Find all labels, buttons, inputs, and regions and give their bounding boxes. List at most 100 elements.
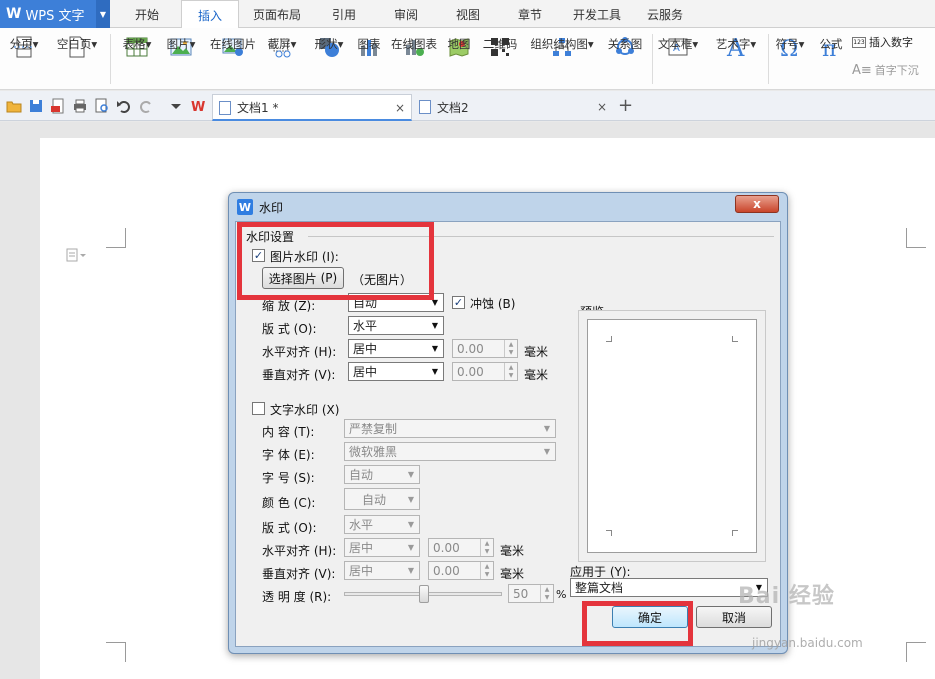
text-layout-select[interactable]: 水平 ▼ [344, 515, 420, 534]
font-select[interactable]: 微软雅黑 ▼ [344, 442, 556, 461]
site-watermark-url: jingyan.baidu.com [752, 636, 863, 650]
spinner-arrows-icon[interactable]: ▲ ▼ [504, 363, 517, 380]
tab-review[interactable]: 审阅 [378, 0, 434, 28]
spinner-arrows-icon[interactable]: ▲ ▼ [504, 340, 517, 357]
text-halign-offset[interactable]: 0.00 ▲ ▼ [428, 538, 494, 557]
highlight-box-ok-button [582, 601, 693, 646]
open-folder-icon[interactable] [6, 98, 22, 114]
tab-cloud[interactable]: 云服务 [636, 0, 694, 28]
spinner-arrows-icon[interactable]: ▲ ▼ [480, 562, 493, 579]
dropdown-arrow-icon: ▼ [431, 321, 439, 330]
dialog-titlebar[interactable]: W 水印 x [229, 193, 787, 221]
picture-button[interactable]: 图片▾ [161, 30, 201, 88]
paragraph-options-icon[interactable] [66, 248, 88, 265]
document-icon [419, 100, 431, 114]
tab-references[interactable]: 引用 [316, 0, 372, 28]
map-button[interactable]: 地图 [444, 30, 474, 88]
chart-label: 图表 [357, 37, 381, 51]
site-watermark-logo: Bai 经验 [738, 584, 835, 609]
textbox-button[interactable]: A 文本框▾ [656, 30, 700, 88]
tab-insert[interactable]: 插入 [181, 0, 239, 29]
doc-tab-2[interactable]: 文档2 × [413, 94, 613, 121]
app-name: WPS 文字 [25, 8, 85, 24]
doc-tab-1[interactable]: 文档1 * × [212, 94, 412, 121]
margin-corner [906, 228, 926, 248]
print-preview-icon[interactable] [94, 98, 110, 114]
color-select[interactable]: 自动 ▼ [344, 488, 420, 510]
insert-number-label: 插入数字 [869, 36, 913, 49]
chart-button[interactable]: 图表 [352, 30, 386, 88]
margin-corner [106, 642, 126, 662]
preview-corner [732, 336, 738, 342]
drop-cap-button[interactable]: A≡ 首字下沉 [852, 62, 919, 78]
wps-home-icon[interactable]: W [190, 98, 206, 115]
page-break-button[interactable]: 分页▾ [4, 30, 44, 88]
dialog-close-button[interactable]: x [735, 195, 779, 213]
customize-dropdown-icon[interactable] [168, 98, 184, 114]
table-button[interactable]: 表格▾ [117, 30, 157, 88]
table-label: 表格 [122, 37, 146, 51]
content-select[interactable]: 严禁复制 ▼ [344, 419, 556, 438]
picture-halign-offset[interactable]: 0.00 ▲ ▼ [452, 339, 518, 358]
undo-icon[interactable] [116, 98, 132, 114]
dropdown-arrow-icon: ▼ [431, 344, 439, 353]
picture-valign-select[interactable]: 居中 ▼ [348, 362, 444, 381]
save-icon[interactable] [28, 98, 44, 114]
margin-corner [906, 642, 926, 662]
transparency-slider[interactable] [344, 585, 502, 603]
redo-icon[interactable] [138, 98, 154, 114]
tab-section[interactable]: 章节 [502, 0, 558, 28]
org-chart-button[interactable]: 组织结构图▾ [526, 30, 598, 88]
highlight-box-picture-watermark [237, 222, 434, 300]
export-pdf-icon[interactable] [50, 98, 66, 114]
online-picture-button[interactable]: 在线图片 [205, 30, 261, 88]
picture-valign-label: 垂直对齐 (V): [262, 368, 336, 382]
chevron-down-icon[interactable]: ▼ [96, 0, 110, 28]
wps-logo-icon: W [6, 6, 22, 22]
tab-view[interactable]: 视图 [440, 0, 496, 28]
picture-layout-label: 版 式 (O): [262, 322, 317, 336]
close-icon[interactable]: × [395, 101, 405, 115]
screenshot-button[interactable]: 截屏▾ [265, 30, 299, 88]
content-label: 内 容 (T): [262, 425, 315, 439]
text-halign-select[interactable]: 居中 ▼ [344, 538, 420, 557]
close-icon[interactable]: × [597, 100, 607, 114]
preview-corner [732, 530, 738, 536]
text-valign-select[interactable]: 居中 ▼ [344, 561, 420, 580]
spinner-arrows-icon[interactable]: ▲ ▼ [480, 539, 493, 556]
online-chart-button[interactable]: 在线图表 [388, 30, 440, 88]
dropdown-arrow-icon: ▼ [431, 367, 439, 376]
relation-chart-button[interactable]: 关系图 [604, 30, 646, 88]
unit-label: 毫米 [500, 567, 525, 581]
size-select[interactable]: 自动 ▼ [344, 465, 420, 484]
preview-corner [606, 336, 612, 342]
spinner-arrows-icon[interactable]: ▲ ▼ [540, 585, 553, 602]
new-tab-button[interactable]: + [618, 95, 633, 116]
blank-page-button[interactable]: 空白页▾ [50, 30, 104, 88]
symbol-button[interactable]: Ω 符号▾ [772, 30, 808, 88]
picture-valign-offset[interactable]: 0.00 ▲ ▼ [452, 362, 518, 381]
wordart-button[interactable]: A 艺术字▾ [710, 30, 762, 88]
slider-thumb[interactable] [419, 585, 429, 603]
qrcode-button[interactable]: 二维码 [480, 30, 520, 88]
unit-label: 毫米 [500, 544, 525, 558]
picture-layout-select[interactable]: 水平 ▼ [348, 316, 444, 335]
formula-button[interactable]: π 公式 [814, 30, 848, 88]
formula-label: 公式 [819, 37, 843, 51]
transparency-value[interactable]: 50 ▲ ▼ [508, 584, 554, 603]
print-icon[interactable] [72, 98, 88, 114]
washout-checkbox[interactable]: ✓ [452, 296, 465, 309]
insert-number-button[interactable]: 123 插入数字 [852, 34, 913, 50]
shape-button[interactable]: 形状▾ [309, 30, 349, 88]
ribbon: 分页▾ 空白页▾ 表格▾ 图片▾ 在线图片 截屏▾ 形状▾ 图表 在线图表 地图… [0, 28, 935, 90]
text-watermark-checkbox[interactable] [252, 402, 265, 415]
preview-corner [606, 530, 612, 536]
tab-developer[interactable]: 开发工具 [564, 0, 630, 28]
app-menu-button[interactable]: W WPS 文字 ▼ [0, 0, 110, 28]
tab-page-layout[interactable]: 页面布局 [244, 0, 310, 28]
tab-home[interactable]: 开始 [118, 0, 176, 28]
menu-bar: W WPS 文字 ▼ 开始 插入 页面布局 引用 审阅 视图 章节 开发工具 云… [0, 0, 935, 29]
text-valign-offset[interactable]: 0.00 ▲ ▼ [428, 561, 494, 580]
ribbon-divider [652, 34, 653, 84]
picture-halign-select[interactable]: 居中 ▼ [348, 339, 444, 358]
